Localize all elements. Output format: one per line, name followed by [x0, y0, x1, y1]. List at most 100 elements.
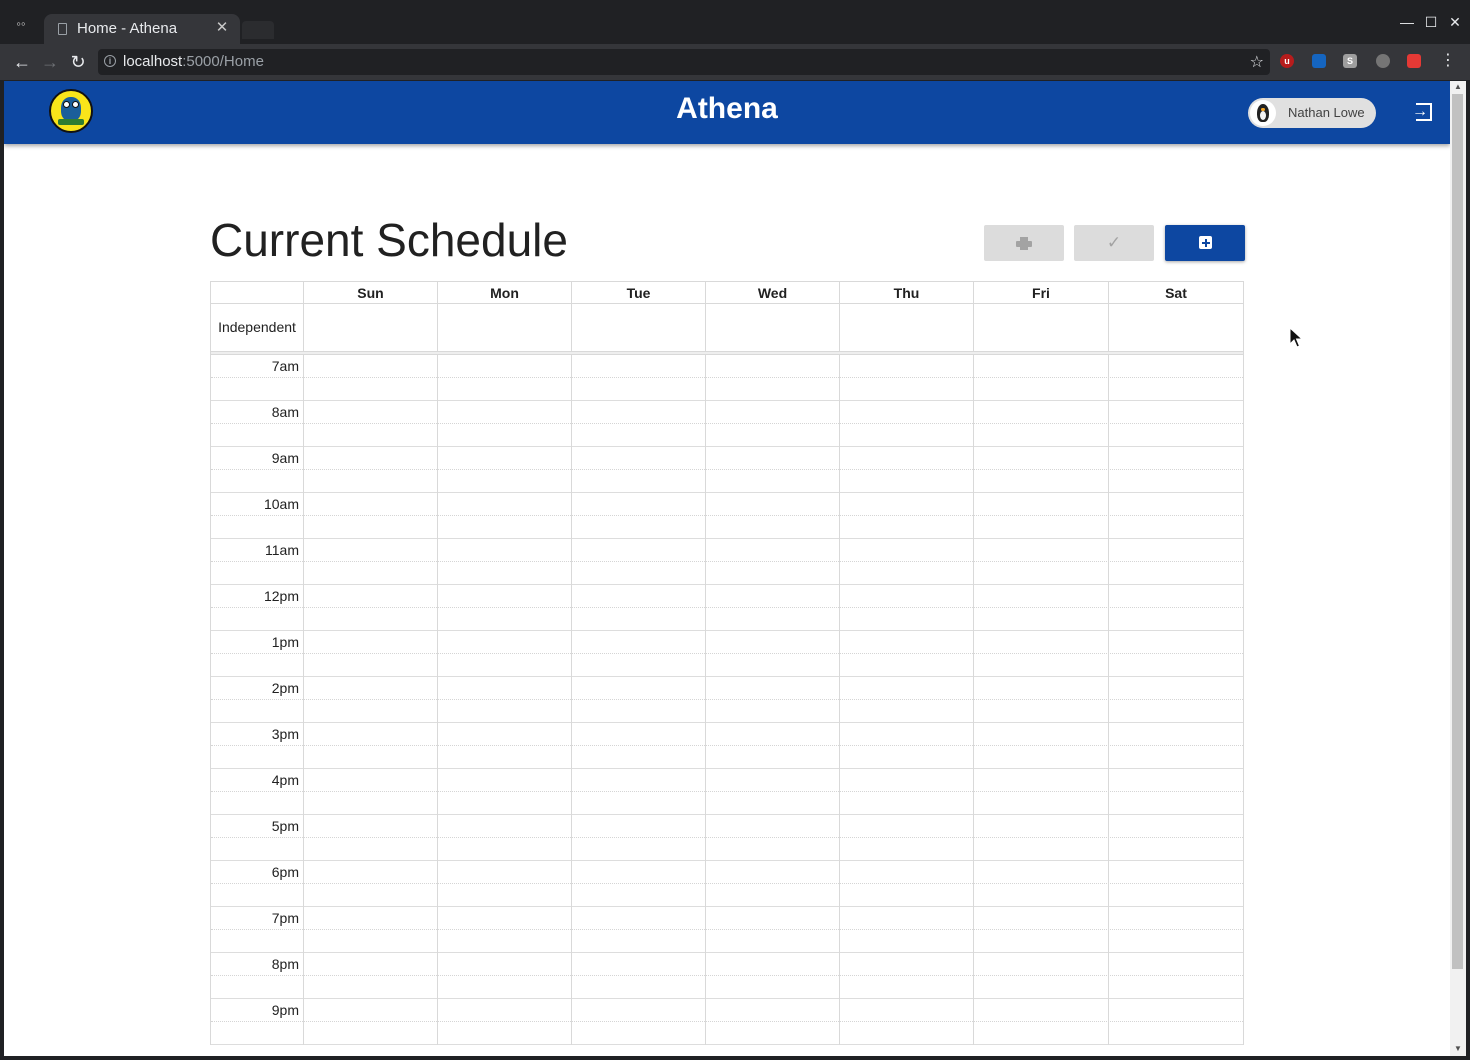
page-title: Current Schedule: [210, 214, 568, 266]
scroll-down-icon[interactable]: ▼: [1453, 1044, 1463, 1054]
independent-cell-wed[interactable]: [705, 304, 839, 351]
hour-label: 7am: [271, 358, 299, 374]
hour-label: 5pm: [271, 818, 299, 834]
calendar-header-row: Sun Mon Tue Wed Thu Fri Sat: [211, 282, 1243, 304]
day-column-line: [705, 355, 706, 1045]
independent-cell-sun[interactable]: [303, 304, 437, 351]
hour-row[interactable]: 3pm: [211, 723, 1243, 769]
owl-logo[interactable]: [49, 89, 93, 133]
user-chip[interactable]: Nathan Lowe: [1248, 98, 1376, 128]
info-icon[interactable]: i: [104, 55, 116, 67]
hour-row[interactable]: 1pm: [211, 631, 1243, 677]
reload-icon[interactable]: ↻: [67, 51, 89, 73]
add-button[interactable]: [1165, 225, 1245, 261]
close-tab-icon[interactable]: ✕: [214, 19, 230, 37]
independent-cell-thu[interactable]: [839, 304, 973, 351]
time-grid: 7am 8am 9am 10am 11am 12pm 1pm 2pm 3pm 4pm 5pm 6pm 7…: [211, 355, 1243, 1045]
page-icon: [58, 23, 67, 35]
ublock-extension-icon[interactable]: u: [1280, 54, 1294, 68]
hour-label: 10am: [263, 496, 299, 512]
browser-window: ◦◦ Home - Athena ✕ — ☐ ✕ ← → ↻ i localho…: [0, 0, 1470, 1060]
day-header-tue: Tue: [571, 282, 705, 303]
address-bar[interactable]: i localhost:5000/Home ☆: [98, 49, 1270, 75]
validate-button[interactable]: ✓: [1074, 225, 1154, 261]
hour-row[interactable]: 5pm: [211, 815, 1243, 861]
day-column-line: [437, 355, 438, 1045]
logout-icon[interactable]: →: [1412, 101, 1434, 123]
independent-cell-sat[interactable]: [1108, 304, 1243, 351]
shield-extension-icon[interactable]: [1312, 54, 1326, 68]
browser-toolbar: ← → ↻ i localhost:5000/Home ☆: [0, 44, 1470, 80]
maximize-icon[interactable]: ☐: [1423, 14, 1439, 30]
browser-menu-icon[interactable]: ⋮: [1440, 52, 1456, 70]
hour-label: 1pm: [271, 634, 299, 650]
hour-row[interactable]: 4pm: [211, 769, 1243, 815]
s-extension-icon[interactable]: S: [1343, 54, 1357, 68]
hour-row[interactable]: 2pm: [211, 677, 1243, 723]
user-name: Nathan Lowe: [1288, 105, 1365, 120]
browser-tab[interactable]: Home - Athena ✕: [44, 14, 240, 44]
hour-row[interactable]: 12pm: [211, 585, 1243, 631]
forward-icon[interactable]: →: [39, 51, 61, 73]
app-title: Athena: [676, 92, 778, 125]
app-header: Athena Nathan Lowe →: [4, 81, 1450, 144]
day-header-sun: Sun: [303, 282, 437, 303]
day-column-line: [303, 355, 304, 1045]
close-window-icon[interactable]: ✕: [1447, 14, 1463, 30]
tab-title: Home - Athena: [77, 20, 178, 37]
hour-row[interactable]: 7am: [211, 355, 1243, 401]
mouse-cursor-icon: [1289, 327, 1304, 348]
hour-row[interactable]: 10am: [211, 493, 1243, 539]
schedule-calendar: Sun Mon Tue Wed Thu Fri Sat Independent 7am 8am…: [210, 281, 1244, 1045]
scrollbar-thumb[interactable]: [1452, 94, 1463, 969]
hour-row[interactable]: 7pm: [211, 907, 1243, 953]
page-viewport: Athena Nathan Lowe → Current Schedule ✓: [4, 81, 1450, 1056]
hour-label: 3pm: [271, 726, 299, 742]
hour-row[interactable]: 8pm: [211, 953, 1243, 999]
page-scrollbar[interactable]: ▲ ▼: [1450, 81, 1466, 1056]
avatar: [1250, 100, 1276, 126]
independent-row: Independent: [211, 304, 1243, 352]
check-icon: ✓: [1106, 233, 1122, 252]
independent-cell-mon[interactable]: [437, 304, 571, 351]
day-column-line: [839, 355, 840, 1045]
hour-label: 6pm: [271, 864, 299, 880]
hour-row[interactable]: 6pm: [211, 861, 1243, 907]
independent-cell-fri[interactable]: [973, 304, 1108, 351]
hour-label: 9am: [271, 450, 299, 466]
day-header-sat: Sat: [1108, 282, 1243, 303]
hour-row[interactable]: 9pm: [211, 999, 1243, 1045]
hour-label: 2pm: [271, 680, 299, 696]
print-button[interactable]: [984, 225, 1064, 261]
hour-label: 8am: [271, 404, 299, 420]
day-column-line: [1108, 355, 1109, 1045]
bookmark-star-icon[interactable]: ☆: [1250, 52, 1264, 72]
independent-label: Independent: [218, 319, 296, 335]
url-text: localhost:5000/Home: [123, 53, 264, 70]
day-column-line: [571, 355, 572, 1045]
day-column-line: [973, 355, 974, 1045]
day-header-fri: Fri: [973, 282, 1108, 303]
print-icon: [1016, 237, 1032, 250]
new-tab-button[interactable]: [242, 21, 274, 39]
hour-label: 7pm: [271, 910, 299, 926]
hour-label: 4pm: [271, 772, 299, 788]
hour-label: 8pm: [271, 956, 299, 972]
scroll-up-icon[interactable]: ▲: [1453, 82, 1463, 92]
hour-label: 11am: [265, 542, 299, 558]
hour-row[interactable]: 11am: [211, 539, 1243, 585]
hour-label: 9pm: [271, 1002, 299, 1018]
sync-extension-icon[interactable]: [1376, 54, 1390, 68]
hour-label: 12pm: [263, 588, 299, 604]
red-extension-icon[interactable]: [1407, 54, 1421, 68]
title-bar: ◦◦ Home - Athena ✕ — ☐ ✕: [0, 0, 1470, 44]
minimize-icon[interactable]: —: [1399, 14, 1415, 30]
plus-square-icon: [1198, 236, 1212, 249]
back-icon[interactable]: ←: [11, 51, 33, 73]
day-header-wed: Wed: [705, 282, 839, 303]
day-header-thu: Thu: [839, 282, 973, 303]
hour-row[interactable]: 9am: [211, 447, 1243, 493]
day-header-mon: Mon: [437, 282, 571, 303]
hour-row[interactable]: 8am: [211, 401, 1243, 447]
independent-cell-tue[interactable]: [571, 304, 705, 351]
